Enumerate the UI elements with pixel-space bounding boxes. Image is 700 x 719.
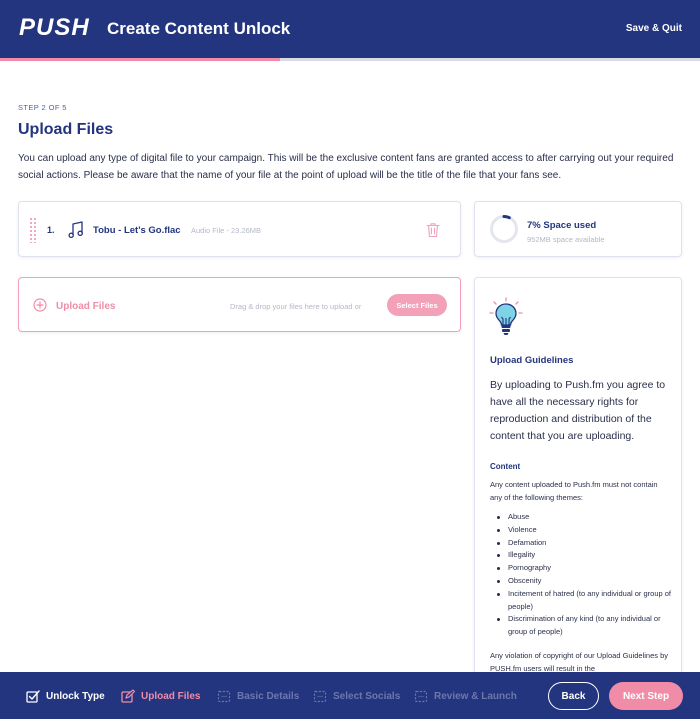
lightbulb-icon (489, 297, 523, 335)
guidelines-title: Upload Guidelines (490, 355, 574, 366)
list-item: Obscenity (497, 575, 677, 588)
list-item: Discrimination of any kind (to any indiv… (497, 613, 677, 639)
list-item: Abuse (497, 511, 677, 524)
empty-step-icon (414, 690, 428, 703)
add-circle-icon[interactable] (33, 298, 47, 312)
upload-files-link[interactable]: Upload Files (56, 301, 115, 312)
edit-pencil-icon (121, 689, 135, 703)
checkbox-checked-icon (26, 690, 40, 703)
next-step-button[interactable]: Next Step (609, 682, 683, 710)
step-label: Review & Launch (434, 690, 517, 702)
file-number: 1. (47, 225, 55, 235)
list-item: Defamation (497, 537, 677, 550)
step-basic-details[interactable]: Basic Details (217, 689, 299, 703)
guidelines-content-text: Any content uploaded to Push.fm must not… (490, 480, 658, 502)
wizard-progress-bar (0, 58, 700, 61)
upload-dropzone[interactable]: Upload Files Drag & drop your files here… (18, 277, 461, 332)
header: PUSH Create Content Unlock Save & Quit (0, 0, 700, 58)
storage-available-text: 952MB space available (527, 235, 605, 244)
empty-step-icon (313, 690, 327, 703)
uploaded-file-row: 1. Tobu - Let's Go.flac Audio File - 23.… (18, 201, 461, 257)
step-label: Basic Details (237, 690, 300, 702)
storage-progress-ring (490, 215, 518, 243)
step-label: Select Socials (333, 690, 401, 702)
step-label: Upload Files (141, 690, 201, 702)
list-item: Violence (497, 524, 677, 537)
empty-step-icon (217, 690, 231, 703)
save-quit-button[interactable]: Save & Quit (626, 23, 682, 34)
file-meta: Audio File - 23.26MB (191, 226, 262, 235)
step-indicator: STEP 2 OF 5 (18, 103, 67, 112)
upload-guidelines-card: Upload Guidelines By uploading to Push.f… (474, 277, 682, 677)
push-logo[interactable]: PUSH (19, 14, 90, 42)
select-files-button[interactable]: Select Files (387, 294, 447, 316)
guidelines-content-heading: Content (490, 462, 521, 471)
page-title: Upload Files (18, 121, 114, 138)
music-note-icon (68, 221, 83, 239)
file-name: Tobu - Let's Go.flac (93, 225, 181, 236)
wizard-footer: Unlock Type Upload Files Basic Details S… (0, 672, 700, 719)
step-select-socials[interactable]: Select Socials (313, 689, 400, 703)
trash-icon[interactable] (426, 222, 440, 238)
step-upload-files[interactable]: Upload Files (121, 689, 200, 703)
step-label: Unlock Type (46, 690, 105, 702)
storage-used-title: 7% Space used (527, 220, 597, 231)
page-header-title: Create Content Unlock (107, 19, 291, 38)
guidelines-theme-list: Abuse Violence Defamation Illegality Por… (497, 511, 677, 639)
back-button[interactable]: Back (548, 682, 599, 710)
drag-drop-text: Drag & drop your files here to upload or (230, 302, 362, 311)
list-item: Pornography (497, 562, 677, 575)
guidelines-lead: By uploading to Push.fm you agree to hav… (490, 379, 666, 442)
storage-usage-card: 7% Space used 952MB space available (474, 201, 682, 257)
list-item: Illegality (497, 549, 677, 562)
intro-text: You can upload any type of digital file … (18, 153, 674, 181)
step-unlock-type[interactable]: Unlock Type (26, 689, 105, 703)
drag-handle-icon[interactable] (29, 217, 37, 243)
wizard-progress-fill (0, 58, 280, 61)
list-item: Incitement of hatred (to any individual … (497, 588, 677, 614)
step-review-launch[interactable]: Review & Launch (414, 689, 517, 703)
